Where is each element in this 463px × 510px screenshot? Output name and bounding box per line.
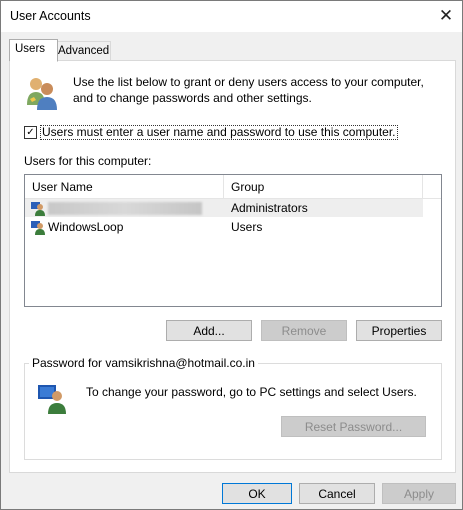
- description-text: Use the list below to grant or deny user…: [73, 75, 424, 105]
- password-group-title: Password for vamsikrishna@hotmail.co.in: [29, 356, 258, 370]
- apply-button[interactable]: Apply: [382, 483, 456, 504]
- table-row[interactable]: WindowsLoop Users: [25, 218, 423, 236]
- properties-button[interactable]: Properties: [356, 320, 442, 341]
- column-divider[interactable]: [422, 175, 423, 198]
- user-icon: [30, 200, 46, 219]
- close-icon[interactable]: ✕: [433, 5, 459, 27]
- must-enter-checkbox[interactable]: ✓: [24, 126, 37, 139]
- column-user-name[interactable]: User Name: [32, 180, 93, 194]
- tab-advanced[interactable]: Advanced: [52, 41, 111, 61]
- tab-users[interactable]: Users: [9, 39, 58, 62]
- column-divider[interactable]: [223, 175, 224, 198]
- row-user-name: WindowsLoop: [48, 220, 124, 234]
- users-for-computer-label: Users for this computer:: [24, 154, 152, 168]
- users-list[interactable]: User Name Group Administrators WindowsLo…: [24, 174, 442, 307]
- user-accounts-window: User Accounts ✕ Users Advanced Use the l…: [0, 0, 463, 510]
- password-user-icon: [36, 382, 68, 417]
- cancel-button[interactable]: Cancel: [299, 483, 375, 504]
- users-tab-panel: Use the list below to grant or deny user…: [9, 60, 456, 473]
- password-instructions: To change your password, go to PC settin…: [86, 385, 417, 399]
- list-header: User Name Group: [25, 175, 441, 199]
- reset-password-button[interactable]: Reset Password...: [281, 416, 426, 437]
- window-title: User Accounts: [10, 9, 91, 23]
- redacted-user-name: [48, 202, 202, 215]
- remove-button[interactable]: Remove: [261, 320, 347, 341]
- column-group[interactable]: Group: [231, 180, 264, 194]
- add-button[interactable]: Add...: [166, 320, 252, 341]
- must-enter-checkbox-label[interactable]: Users must enter a user name and passwor…: [40, 125, 398, 140]
- user-icon: [30, 219, 46, 238]
- title-bar: User Accounts ✕: [1, 1, 462, 32]
- row-group: Users: [231, 220, 263, 234]
- row-group: Administrators: [231, 201, 308, 215]
- password-group: [24, 363, 442, 460]
- ok-button[interactable]: OK: [222, 483, 292, 504]
- users-icon: [24, 75, 60, 114]
- table-row[interactable]: Administrators: [25, 199, 423, 217]
